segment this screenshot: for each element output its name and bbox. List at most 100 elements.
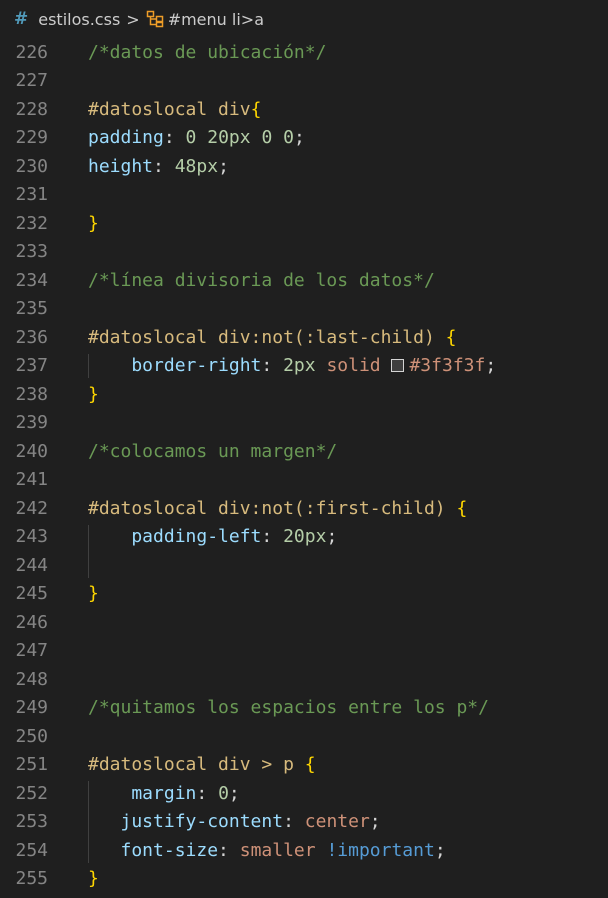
code-token: 0: [218, 782, 229, 804]
code-token: 0: [185, 127, 197, 149]
code-line[interactable]: 228 #datoslocal div{: [0, 95, 608, 124]
code-text: #datoslocal div{: [88, 99, 261, 120]
code-token: justify-content: [88, 811, 284, 833]
code-token: /*quitamos los espacios entre los p*/: [88, 697, 489, 719]
line-number: 251: [15, 754, 48, 776]
line-number: 235: [15, 298, 48, 320]
line-number: 229: [15, 127, 48, 149]
code-line[interactable]: 248: [0, 665, 608, 694]
code-text: height: 48px;: [88, 156, 229, 177]
code-token: margin: [88, 782, 197, 804]
code-token: ;: [293, 127, 305, 149]
code-token: solid: [326, 355, 381, 377]
code-token: height: [88, 155, 154, 177]
code-line[interactable]: 250: [0, 722, 608, 751]
code-line[interactable]: 237 border-right: 2px solid #3f3f3f;: [0, 352, 608, 381]
code-text: /*línea divisoria de los datos*/: [88, 270, 435, 291]
code-token: :: [261, 355, 284, 377]
code-line[interactable]: 226 /*datos de ubicación*/: [0, 38, 608, 67]
code-line[interactable]: 232}: [0, 209, 608, 238]
code-token: padding-left: [88, 526, 262, 548]
code-token: :: [163, 127, 186, 149]
breadcrumb-separator: >: [126, 9, 140, 29]
indent-guide: [88, 781, 89, 863]
code-token: }: [88, 383, 99, 405]
code-token: {: [456, 497, 468, 519]
code-token: :: [283, 811, 305, 833]
code-token: :: [261, 526, 284, 548]
code-text: }: [88, 868, 99, 889]
line-number: 234: [15, 269, 48, 291]
indent-guide: [88, 353, 89, 378]
code-line[interactable]: 229 padding: 0 20px 0 0;: [0, 124, 608, 153]
code-line[interactable]: 238}: [0, 380, 608, 409]
code-line[interactable]: 231: [0, 181, 608, 210]
line-number: 252: [15, 782, 48, 804]
code-text: #datoslocal div:not(:last-child) {: [88, 327, 456, 348]
code-token: /*línea divisoria de los datos*/: [88, 269, 435, 291]
code-token: ;: [485, 355, 497, 377]
code-token: /*datos de ubicación*/: [88, 41, 327, 63]
code-token: 20px: [207, 127, 251, 149]
code-line[interactable]: 252 margin: 0;: [0, 779, 608, 808]
code-text: margin: 0;: [88, 782, 240, 804]
line-number: 249: [15, 697, 48, 719]
code-token: ;: [326, 526, 338, 548]
code-text: padding: 0 20px 0 0;: [88, 127, 305, 148]
line-number: 241: [15, 469, 48, 491]
line-number: 244: [15, 554, 48, 576]
code-line[interactable]: 255}: [0, 865, 608, 894]
code-line[interactable]: 253 justify-content: center;: [0, 808, 608, 837]
line-number: 236: [15, 326, 48, 348]
code-text: font-size: smaller !important;: [88, 840, 446, 861]
line-number: 246: [15, 611, 48, 633]
code-line[interactable]: 249 /*quitamos los espacios entre los p*/: [0, 694, 608, 723]
color-swatch[interactable]: [391, 359, 405, 373]
code-editor[interactable]: 226 /*datos de ubicación*/ 227 228 #datosloc…: [0, 38, 608, 898]
line-number: 227: [15, 70, 48, 92]
line-number: 254: [15, 839, 48, 861]
code-line[interactable]: 235: [0, 295, 608, 324]
code-line[interactable]: 230 height: 48px;: [0, 152, 608, 181]
code-line[interactable]: 247: [0, 637, 608, 666]
code-line[interactable]: 254 font-size: smaller !important;: [0, 836, 608, 865]
code-token: font-size: [88, 839, 219, 861]
code-line[interactable]: 236 #datoslocal div:not(:last-child) {: [0, 323, 608, 352]
code-text: #datoslocal div:not(:first-child) {: [88, 498, 467, 519]
code-token: }: [88, 212, 99, 234]
code-line[interactable]: 234 /*línea divisoria de los datos*/: [0, 266, 608, 295]
line-number: 255: [15, 868, 48, 890]
breadcrumb: # estilos.css > #menu li>a: [0, 0, 608, 38]
code-token: padding: [88, 127, 164, 149]
code-line[interactable]: 245}: [0, 580, 608, 609]
code-line[interactable]: 241: [0, 466, 608, 495]
code-line[interactable]: 246: [0, 608, 608, 637]
breadcrumb-symbol[interactable]: #menu li>a: [168, 10, 264, 29]
code-line[interactable]: 242 #datoslocal div:not(:first-child) {: [0, 494, 608, 523]
code-line[interactable]: 233: [0, 238, 608, 267]
code-line[interactable]: 240 /*colocamos un margen*/: [0, 437, 608, 466]
code-line[interactable]: 243 padding-left: 20px;: [0, 523, 608, 552]
code-token: ;: [228, 782, 240, 804]
code-line[interactable]: 239: [0, 409, 608, 438]
code-line[interactable]: 227: [0, 67, 608, 96]
code-text: justify-content: center;: [88, 811, 381, 832]
code-line[interactable]: 244: [0, 551, 608, 580]
line-number: 253: [15, 811, 48, 833]
line-number: 228: [15, 98, 48, 120]
code-line[interactable]: 251 #datoslocal div > p {: [0, 751, 608, 780]
code-token: border-right: [88, 355, 262, 377]
code-text: /*colocamos un margen*/: [88, 441, 337, 462]
code-text: #datoslocal div > p {: [88, 754, 316, 775]
breadcrumb-file[interactable]: estilos.css: [38, 10, 120, 29]
code-token: ;: [218, 155, 229, 177]
code-token: #3f3f3f: [409, 355, 486, 377]
code-text: padding-left: 20px;: [88, 526, 337, 547]
